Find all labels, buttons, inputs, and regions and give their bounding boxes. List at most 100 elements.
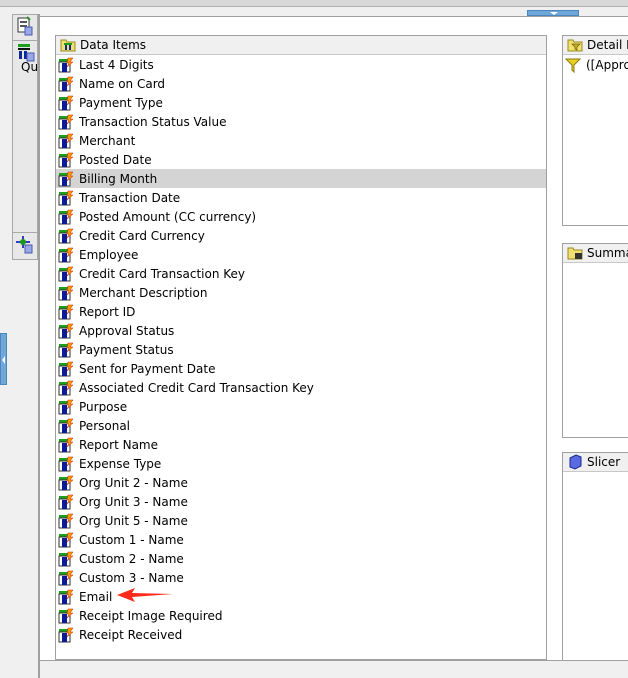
data-item-label: Custom 2 - Name [79,551,184,566]
data-item-icon [58,228,74,243]
data-item-icon [58,190,74,205]
red-arrow-annotation [117,588,173,602]
page-explorer-button[interactable] [13,15,37,41]
data-item-label: Last 4 Digits [79,57,154,72]
data-item[interactable]: Posted Date [56,150,546,169]
data-items-header: Data Items [56,36,546,55]
data-items-panel: Data Items Last 4 Digits Name on Card Paym… [55,35,547,660]
data-item[interactable]: Report Name [56,435,546,454]
data-item-icon [58,209,74,224]
data-item-icon [58,608,74,623]
data-item[interactable]: Transaction Date [56,188,546,207]
data-item-label: Custom 1 - Name [79,532,184,547]
data-item-label: Payment Status [79,342,174,357]
data-item-icon [58,437,74,452]
data-item-icon [58,95,74,110]
data-item[interactable]: Posted Amount (CC currency) [56,207,546,226]
folder-icon [60,39,76,52]
data-item-icon [58,589,74,604]
data-item-icon [58,342,74,357]
data-item-icon [58,475,74,490]
data-item-label: Merchant [79,133,136,148]
data-item-icon [58,513,74,528]
bottom-bar [40,660,628,678]
data-item-label: Credit Card Currency [79,228,205,243]
data-item[interactable]: Billing Month [56,169,546,188]
data-item-label: Approval Status [79,323,175,338]
data-item-label: Payment Type [79,95,163,110]
data-item[interactable]: Expense Type [56,454,546,473]
data-item-label: Org Unit 3 - Name [79,494,188,509]
data-item-label: Billing Month [79,171,158,186]
data-item[interactable]: Report ID [56,302,546,321]
data-item-label: Personal [79,418,131,433]
summary-filters-header: Summar [563,244,628,263]
data-item[interactable]: Associated Credit Card Transaction Key [56,378,546,397]
data-item[interactable]: Approval Status [56,321,546,340]
slicer-panel: Slicer [562,452,628,662]
slicer-icon [569,454,582,470]
insertable-objects-button[interactable] [13,234,37,260]
data-item-label: Purpose [79,399,128,414]
data-item[interactable]: Employee [56,245,546,264]
data-item-icon [58,57,74,72]
filter-expression: ([Approv [586,57,628,72]
data-item-icon [58,532,74,547]
data-item[interactable]: Last 4 Digits [56,55,546,74]
filter-folder-icon [567,39,583,52]
data-item-icon [58,76,74,91]
detail-filters-header: Detail Fil [563,36,628,55]
data-items-title: Data Items [80,38,147,52]
data-item-icon [58,380,74,395]
data-item[interactable]: Receipt Received [56,625,546,644]
data-item-icon [58,399,74,414]
data-item[interactable]: Custom 3 - Name [56,568,546,587]
data-item-icon [58,361,74,376]
data-item[interactable]: Payment Type [56,93,546,112]
data-item-label: Email [79,589,113,604]
detail-filters-title: Detail Fil [587,38,628,52]
data-item-label: Posted Date [79,152,152,167]
data-item[interactable]: Custom 1 - Name [56,530,546,549]
data-item-icon [58,627,74,642]
data-item-label: Receipt Received [79,627,183,642]
data-item-label: Expense Type [79,456,162,471]
data-item-icon [58,418,74,433]
summary-filter-folder-icon [567,247,583,260]
data-item[interactable]: Org Unit 3 - Name [56,492,546,511]
data-item[interactable]: Custom 2 - Name [56,549,546,568]
data-item-icon [58,494,74,509]
detail-filters-panel: Detail Fil ([Approv [562,35,628,226]
data-item-label: Sent for Payment Date [79,361,216,376]
slicer-title: Slicer [587,455,621,469]
data-item[interactable]: Org Unit 2 - Name [56,473,546,492]
data-item-icon [58,323,74,338]
data-item-label: Custom 3 - Name [79,570,184,585]
data-item[interactable]: Transaction Status Value [56,112,546,131]
page-icon [17,16,33,36]
summary-filters-panel: Summar [562,243,628,438]
collapse-left-handle[interactable] [0,333,7,385]
data-item-label: Transaction Date [79,190,181,205]
data-item[interactable]: Sent for Payment Date [56,359,546,378]
data-item[interactable]: Payment Status [56,340,546,359]
explorer-toolbar: Qu [12,14,38,260]
query-explorer-button[interactable]: Qu [13,41,38,233]
data-item-icon [58,456,74,471]
data-item-label: Credit Card Transaction Key [79,266,246,281]
data-item[interactable]: Receipt Image Required [56,606,546,625]
data-item[interactable]: Credit Card Currency [56,226,546,245]
data-item-label: Org Unit 5 - Name [79,513,188,528]
data-item[interactable]: Org Unit 5 - Name [56,511,546,530]
data-item[interactable]: Merchant [56,131,546,150]
data-item[interactable]: Personal [56,416,546,435]
filter-item[interactable]: ([Approv [563,55,628,74]
data-item[interactable]: Merchant Description [56,283,546,302]
slicer-header: Slicer [563,453,628,472]
data-item[interactable]: Purpose [56,397,546,416]
data-item[interactable]: Credit Card Transaction Key [56,264,546,283]
filter-icon [565,58,581,73]
data-item-icon [58,570,74,585]
move-icon [16,236,33,254]
data-item[interactable]: Name on Card [56,74,546,93]
